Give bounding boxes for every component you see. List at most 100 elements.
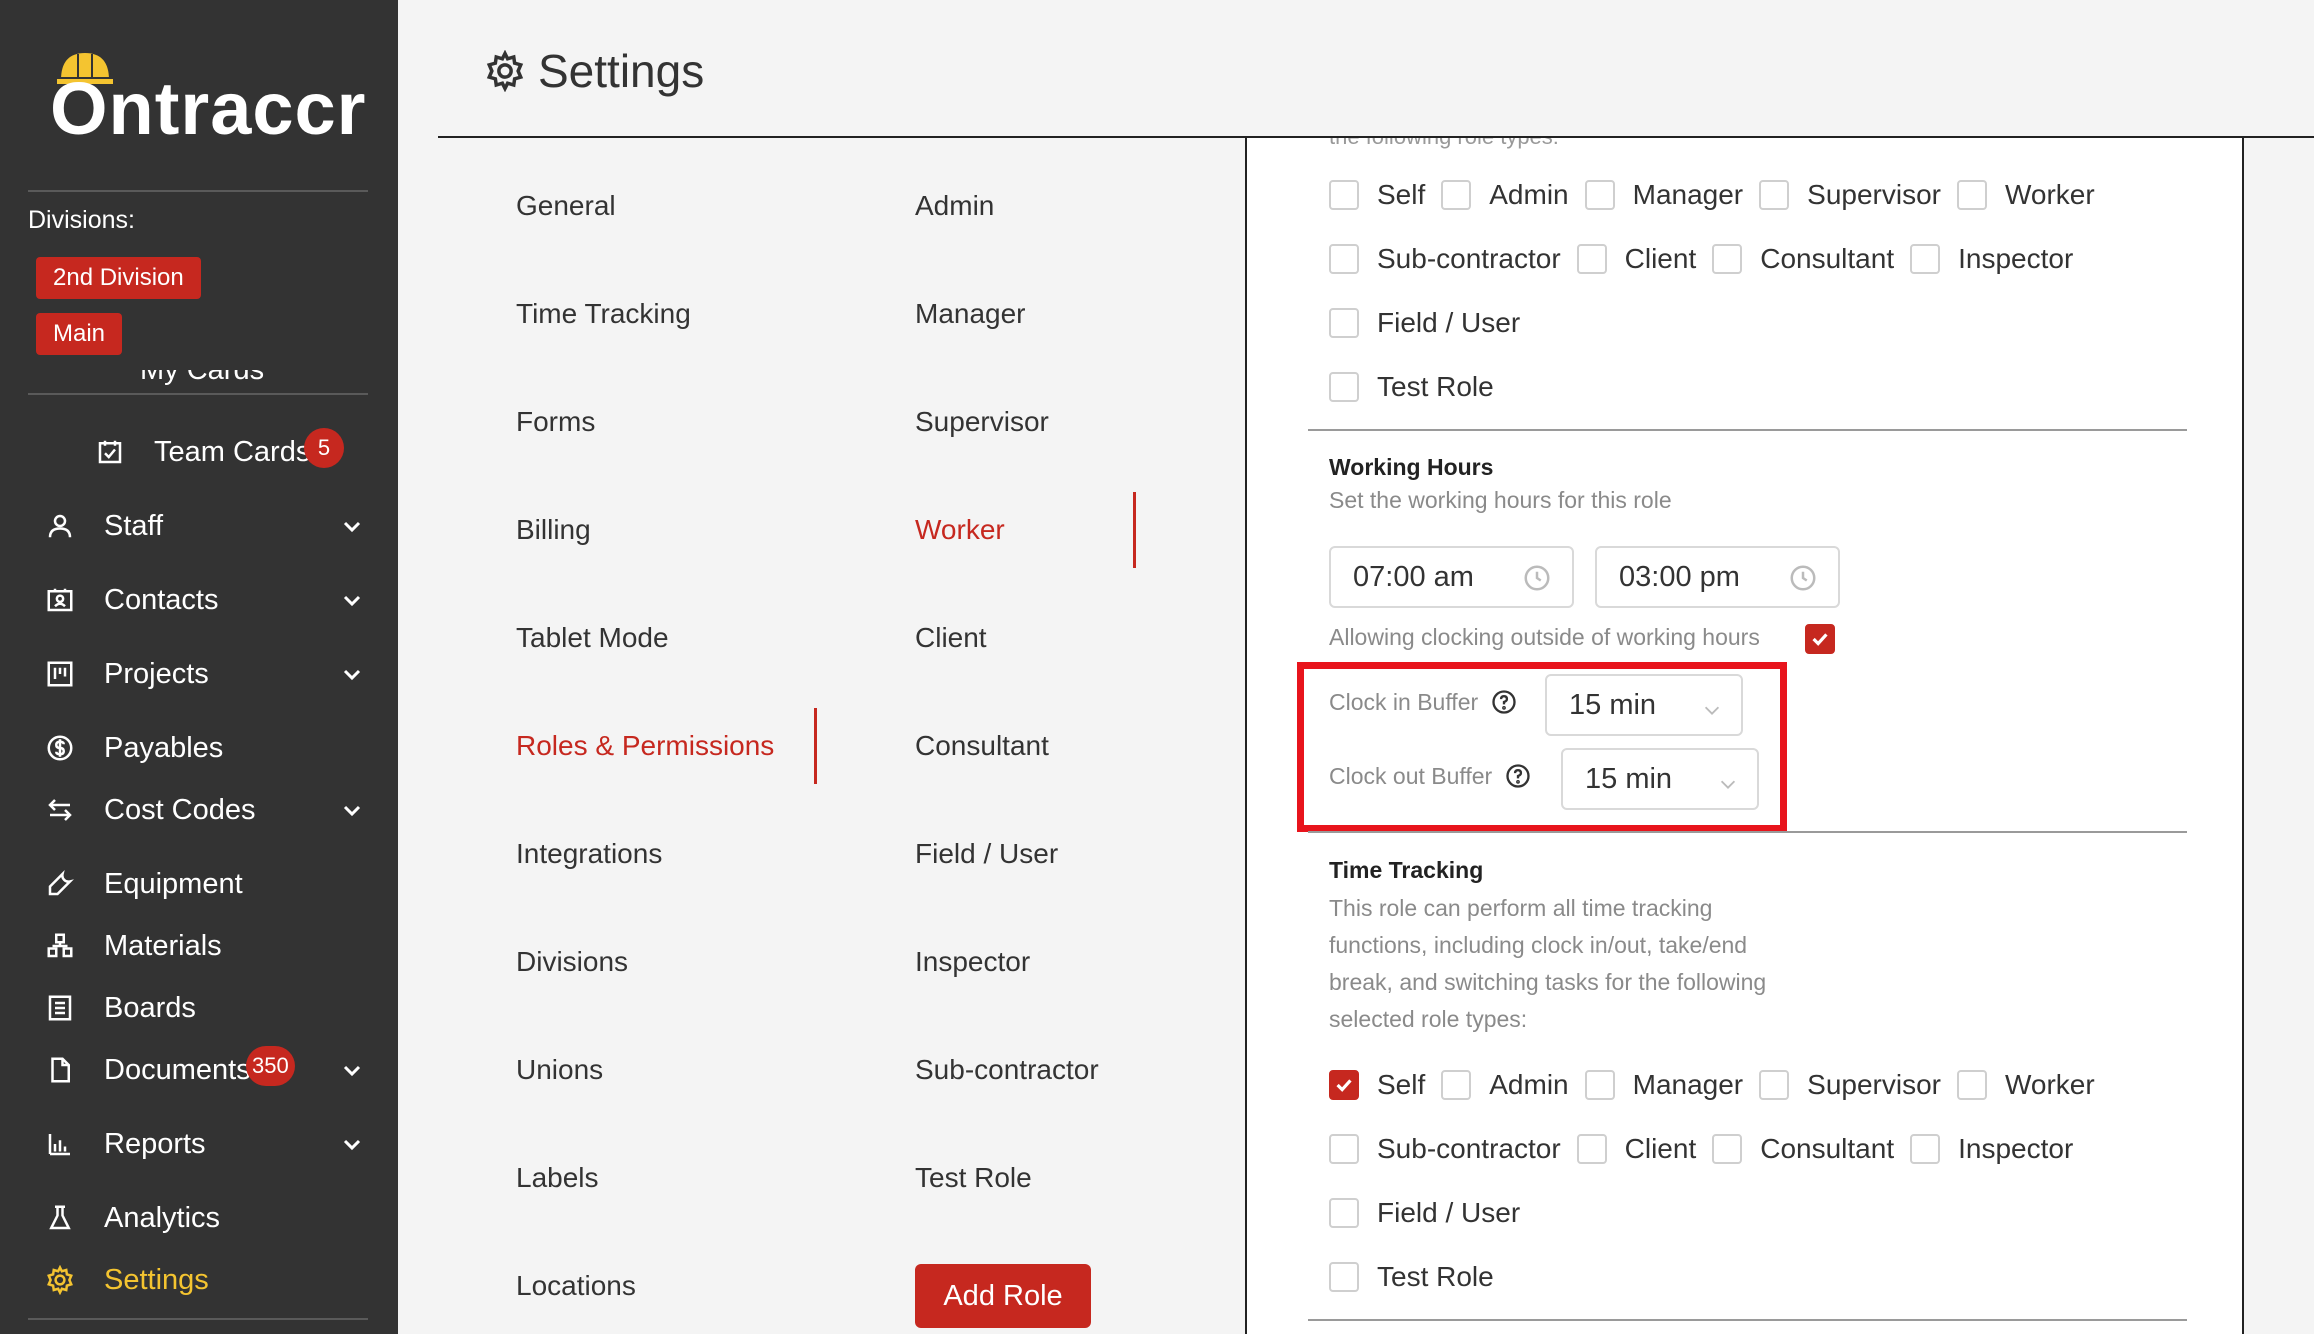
settings-nav-integrations[interactable]: Integrations [516,838,662,870]
sidebar-item-reports[interactable]: Reports [44,1120,206,1168]
checkbox-sub-contractor[interactable]: Sub-contractor [1329,1133,1561,1165]
checkbox-inspector[interactable]: Inspector [1910,243,2073,275]
allow-outside-hours-checkbox[interactable] [1805,624,1835,654]
checkbox[interactable] [1329,372,1359,402]
division-tag-main[interactable]: Main [36,313,123,355]
role-nav-worker[interactable]: Worker [915,514,1005,546]
chevron-down-icon[interactable] [340,1132,364,1156]
role-nav-manager[interactable]: Manager [915,298,1026,330]
checkbox-inspector[interactable]: Inspector [1910,1133,2073,1165]
settings-nav-billing[interactable]: Billing [516,514,591,546]
role-nav-supervisor[interactable]: Supervisor [915,406,1049,438]
checkbox-admin[interactable]: Admin [1441,1069,1569,1101]
checkbox[interactable] [1329,1070,1359,1100]
sidebar-item-documents[interactable]: Documents [44,1046,251,1094]
checkbox[interactable] [1441,1070,1472,1100]
checkbox[interactable] [1329,180,1359,210]
checkbox[interactable] [1759,180,1790,210]
role-nav-client[interactable]: Client [915,622,987,654]
settings-nav-general[interactable]: General [516,190,616,222]
sidebar-item-staff[interactable]: Staff [44,502,163,550]
checkbox-worker[interactable]: Worker [1956,179,2095,211]
checkbox-admin[interactable]: Admin [1441,179,1569,211]
settings-nav-tablet-mode[interactable]: Tablet Mode [516,622,669,654]
checkbox-manager[interactable]: Manager [1584,1069,1743,1101]
checkbox[interactable] [1759,1070,1790,1100]
clock-out-buffer-label: Clock out Buffer [1329,762,1532,790]
ontraccr-logo[interactable]: Ontraccr [50,46,365,150]
role-nav-test-role[interactable]: Test Role [915,1162,1032,1194]
settings-nav-time-tracking[interactable]: Time Tracking [516,298,691,330]
checkbox[interactable] [1910,244,1941,274]
chevron-down-icon[interactable] [340,588,364,612]
question-circle-icon[interactable] [1504,762,1532,790]
checkbox-self[interactable]: Self [1329,179,1425,211]
checkbox-supervisor[interactable]: Supervisor [1759,1069,1941,1101]
checkbox-test-role[interactable]: Test Role [1329,371,1494,403]
end-time-input[interactable]: 03:00 pm [1595,546,1840,608]
checkbox-worker[interactable]: Worker [1956,1069,2095,1101]
checkbox-client[interactable]: Client [1576,243,1696,275]
settings-nav-roles-permissions[interactable]: Roles & Permissions [516,730,774,762]
sidebar-item-contacts[interactable]: Contacts [44,576,218,624]
checkbox[interactable] [1329,1134,1359,1164]
checkbox[interactable] [1329,1198,1359,1228]
sidebar-item-team-cards[interactable]: Team Cards [94,428,310,476]
sidebar-item-payables[interactable]: Payables [44,724,223,772]
division-tag-2nd[interactable]: 2nd Division [36,257,201,299]
settings-nav-locations[interactable]: Locations [516,1270,636,1302]
checkbox-field-user[interactable]: Field / User [1329,1197,1520,1229]
checkbox[interactable] [1441,180,1472,210]
checkbox[interactable] [1329,1262,1359,1292]
chevron-down-icon[interactable] [340,1058,364,1082]
sidebar-item-projects[interactable]: Projects [44,650,209,698]
clock-out-buffer-select[interactable]: 15 min [1561,748,1759,810]
checkbox[interactable] [1956,180,1987,210]
checkbox[interactable] [1712,1134,1743,1164]
checkbox-consultant[interactable]: Consultant [1712,1133,1894,1165]
checkbox[interactable] [1584,180,1615,210]
sidebar-item-settings[interactable]: Settings [44,1256,209,1304]
checkbox[interactable] [1584,1070,1615,1100]
checkbox-self[interactable]: Self [1329,1069,1425,1101]
sidebar-item-equipment[interactable]: Equipment [44,860,243,908]
checkbox-sub-contractor[interactable]: Sub-contractor [1329,243,1561,275]
settings-nav-forms[interactable]: Forms [516,406,595,438]
checkbox[interactable] [1329,244,1359,274]
sidebar-item-cost-codes[interactable]: Cost Codes [44,786,256,834]
role-nav-admin[interactable]: Admin [915,190,994,222]
role-nav-field-user[interactable]: Field / User [915,838,1058,870]
sidebar-item-analytics[interactable]: Analytics [44,1194,220,1242]
role-nav-sub-contractor[interactable]: Sub-contractor [915,1054,1099,1086]
checkbox[interactable] [1329,308,1359,338]
start-time-input[interactable]: 07:00 am [1329,546,1574,608]
clock-in-buffer-select[interactable]: 15 min [1545,674,1743,736]
role-nav-consultant[interactable]: Consultant [915,730,1049,762]
checkbox[interactable] [1712,244,1743,274]
checkbox-client[interactable]: Client [1576,1133,1696,1165]
document-icon [44,1054,76,1086]
role-nav-inspector[interactable]: Inspector [915,946,1030,978]
settings-nav-labels[interactable]: Labels [516,1162,599,1194]
add-role-button[interactable]: Add Role [915,1264,1091,1328]
settings-nav-unions[interactable]: Unions [516,1054,603,1086]
checkbox-test-role[interactable]: Test Role [1329,1261,1494,1293]
team-cards-badge: 5 [304,428,344,468]
checkbox[interactable] [1910,1134,1941,1164]
chevron-down-icon[interactable] [340,662,364,686]
chevron-down-icon[interactable] [340,798,364,822]
question-circle-icon[interactable] [1490,688,1518,716]
checkbox[interactable] [1576,244,1607,274]
swap-arrows-icon [44,794,76,826]
checkbox-supervisor[interactable]: Supervisor [1759,179,1941,211]
settings-nav-divisions[interactable]: Divisions [516,946,628,978]
checkbox[interactable] [1956,1070,1987,1100]
sidebar-item-materials[interactable]: Materials [44,922,222,970]
chevron-down-icon[interactable] [340,514,364,538]
checkbox-consultant[interactable]: Consultant [1712,243,1894,275]
allow-outside-hours-label: Allowing clocking outside of working hou… [1329,624,1760,650]
checkbox-field-user[interactable]: Field / User [1329,307,1520,339]
sidebar-item-boards[interactable]: Boards [44,984,196,1032]
checkbox[interactable] [1576,1134,1607,1164]
checkbox-manager[interactable]: Manager [1584,179,1743,211]
